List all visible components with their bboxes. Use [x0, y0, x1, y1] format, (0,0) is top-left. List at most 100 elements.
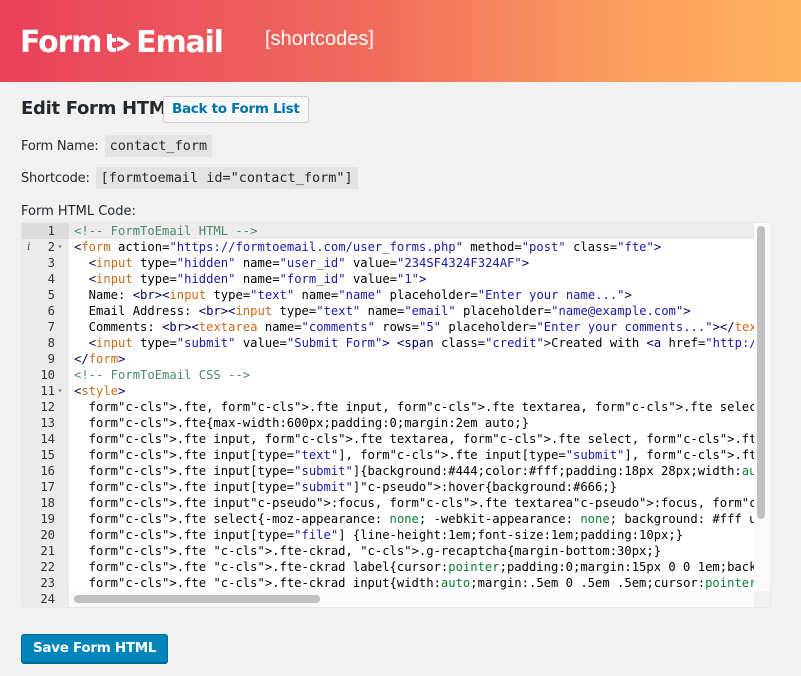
- horizontal-scrollbar-thumb[interactable]: [74, 595, 320, 603]
- line-number: 25: [22, 607, 69, 608]
- line-number-text: 7: [47, 320, 55, 334]
- code-line[interactable]: 3 <input type="hidden" name="user_id" va…: [22, 255, 770, 271]
- code-line[interactable]: 16 form"c-cls">.fte input[type="submit"]…: [22, 463, 770, 479]
- code-text: form"c-cls">.fte input[type="submit"]{ba…: [74, 464, 770, 478]
- header-subtitle: [shortcodes]: [265, 28, 374, 50]
- code-text: <input type="submit" value="Submit Form"…: [88, 336, 770, 350]
- line-number-text: 17: [40, 480, 55, 494]
- code-line[interactable]: 12 form"c-cls">.fte, form"c-cls">.fte in…: [22, 399, 770, 415]
- code-text: form"c-cls">.fte select{-moz-appearance:…: [74, 512, 770, 526]
- line-number: 3: [22, 255, 69, 271]
- line-number-text: 19: [40, 512, 55, 526]
- code-line[interactable]: 19 form"c-cls">.fte select{-moz-appearan…: [22, 511, 770, 527]
- info-annotation-icon[interactable]: i: [27, 239, 31, 255]
- line-number-text: 22: [40, 560, 55, 574]
- code-line[interactable]: 23 form"c-cls">.fte "c-cls">.fte-ckrad i…: [22, 575, 770, 591]
- line-number: 9: [22, 351, 69, 367]
- form-name-row: Form Name: contact_form: [21, 135, 213, 157]
- code-editor[interactable]: 1 <!-- FormToEmail HTML --> i 2 ▾ <form actio…: [21, 222, 771, 608]
- save-form-html-button[interactable]: Save Form HTML: [21, 634, 169, 663]
- code-line[interactable]: i 2 ▾ <form action="https://formtoemail.com…: [22, 239, 770, 255]
- logo-text-form: Form: [20, 24, 102, 60]
- code-lines[interactable]: 1 <!-- FormToEmail HTML --> i 2 ▾ <form actio…: [22, 223, 770, 608]
- shortcode-value[interactable]: [formtoemail id="contact_form"]: [95, 167, 358, 189]
- code-line[interactable]: 14 form"c-cls">.fte input, form"c-cls">.…: [22, 431, 770, 447]
- code-text: <input type="hidden" name="form_id" valu…: [88, 272, 427, 286]
- line-number-text: 21: [40, 544, 55, 558]
- line-number: 4: [22, 271, 69, 287]
- fold-toggle-icon[interactable]: ▾: [55, 239, 65, 255]
- line-number-text: 9: [47, 352, 55, 366]
- back-to-form-list-button[interactable]: Back to Form List: [163, 96, 309, 123]
- line-number: 24: [22, 591, 69, 607]
- line-number: 16: [22, 463, 69, 479]
- line-number-text: 10: [40, 368, 55, 382]
- code-line[interactable]: 9 </form>: [22, 351, 770, 367]
- code-line[interactable]: 17 form"c-cls">.fte input[type="submit"]…: [22, 479, 770, 495]
- line-number-text: 2: [47, 240, 55, 254]
- code-line[interactable]: 1 <!-- FormToEmail HTML -->: [22, 223, 770, 239]
- line-number: 22: [22, 559, 69, 575]
- line-number-text: 6: [47, 304, 55, 318]
- code-text: form"c-cls">.fte input, form"c-cls">.fte…: [74, 432, 770, 446]
- code-line[interactable]: 5 Name: <br><input type="text" name="nam…: [22, 287, 770, 303]
- formtoemail-logo[interactable]: Form Email: [20, 22, 224, 62]
- code-line[interactable]: 25: [22, 607, 770, 608]
- line-number: 21: [22, 543, 69, 559]
- code-text: form"c-cls">.fte input[type="text"], for…: [74, 448, 764, 462]
- line-number: 23: [22, 575, 69, 591]
- line-number-text: 20: [40, 528, 55, 542]
- line-number: 18: [22, 495, 69, 511]
- code-line[interactable]: 6 Email Address: <br><input type="text" …: [22, 303, 770, 319]
- code-line[interactable]: 18 form"c-cls">.fte input"c-pseudo">:foc…: [22, 495, 770, 511]
- line-number: 5: [22, 287, 69, 303]
- line-number: 12: [22, 399, 69, 415]
- line-number-text: 16: [40, 464, 55, 478]
- code-text: Name: <br><input type="text" name="name"…: [74, 288, 632, 302]
- line-number: 11 ▾: [22, 383, 69, 399]
- code-line[interactable]: 4 <input type="hidden" name="form_id" va…: [22, 271, 770, 287]
- shortcode-label: Shortcode:: [21, 170, 90, 186]
- code-text: form"c-cls">.fte, form"c-cls">.fte input…: [74, 400, 770, 414]
- code-text: form"c-cls">.fte input"c-pseudo">:focus,…: [74, 496, 770, 510]
- code-line[interactable]: 7 Comments: <br><textarea name="comments…: [22, 319, 770, 335]
- code-text: <!-- FormToEmail CSS -->: [74, 368, 251, 382]
- line-number-text: 13: [40, 416, 55, 430]
- code-text: form"c-cls">.fte input[type="submit"]"c-…: [74, 480, 618, 494]
- code-line[interactable]: 8 <input type="submit" value="Submit For…: [22, 335, 770, 351]
- line-number-text: 11: [40, 384, 55, 398]
- line-number: 20: [22, 527, 69, 543]
- line-number-text: 23: [40, 576, 55, 590]
- code-text: <!-- FormToEmail HTML -->: [74, 224, 258, 238]
- line-number: 1: [22, 223, 69, 239]
- code-text: form"c-cls">.fte "c-cls">.fte-ckrad inpu…: [74, 576, 770, 590]
- form-html-code-label: Form HTML Code:: [21, 204, 136, 219]
- line-number-text: 18: [40, 496, 55, 510]
- code-line[interactable]: 13 form"c-cls">.fte{max-width:600px;padd…: [22, 415, 770, 431]
- fold-toggle-icon[interactable]: ▾: [55, 383, 65, 399]
- code-line[interactable]: 10 <!-- FormToEmail CSS -->: [22, 367, 770, 383]
- line-number-text: 25: [33, 607, 55, 608]
- to-arrow-icon: [105, 30, 133, 54]
- vertical-scrollbar-thumb[interactable]: [757, 226, 765, 519]
- line-number-text: 15: [40, 448, 55, 462]
- shortcode-row: Shortcode: [formtoemail id="contact_form…: [21, 167, 358, 189]
- line-number: 13: [22, 415, 69, 431]
- code-line[interactable]: 15 form"c-cls">.fte input[type="text"], …: [22, 447, 770, 463]
- code-text: <form action="https://formtoemail.com/us…: [74, 240, 662, 254]
- scrollbar-corner: [754, 591, 770, 607]
- line-number-text: 4: [47, 272, 55, 286]
- code-line[interactable]: 11 ▾ <style>: [22, 383, 770, 399]
- page-title: Edit Form HTML: [21, 98, 178, 119]
- code-text: form"c-cls">.fte input[type="file"] {lin…: [74, 528, 684, 542]
- code-line[interactable]: 21 form"c-cls">.fte "c-cls">.fte-ckrad, …: [22, 543, 770, 559]
- line-number-text: 8: [47, 336, 55, 350]
- code-text: form"c-cls">.fte "c-cls">.fte-ckrad labe…: [74, 560, 770, 574]
- line-number: 10: [22, 367, 69, 383]
- code-text: </form>: [74, 352, 126, 366]
- line-number: 17: [22, 479, 69, 495]
- code-text: <input type="hidden" name="user_id" valu…: [88, 256, 530, 270]
- code-line[interactable]: 20 form"c-cls">.fte input[type="file"] {…: [22, 527, 770, 543]
- code-line[interactable]: 22 form"c-cls">.fte "c-cls">.fte-ckrad l…: [22, 559, 770, 575]
- form-name-label: Form Name:: [21, 138, 99, 154]
